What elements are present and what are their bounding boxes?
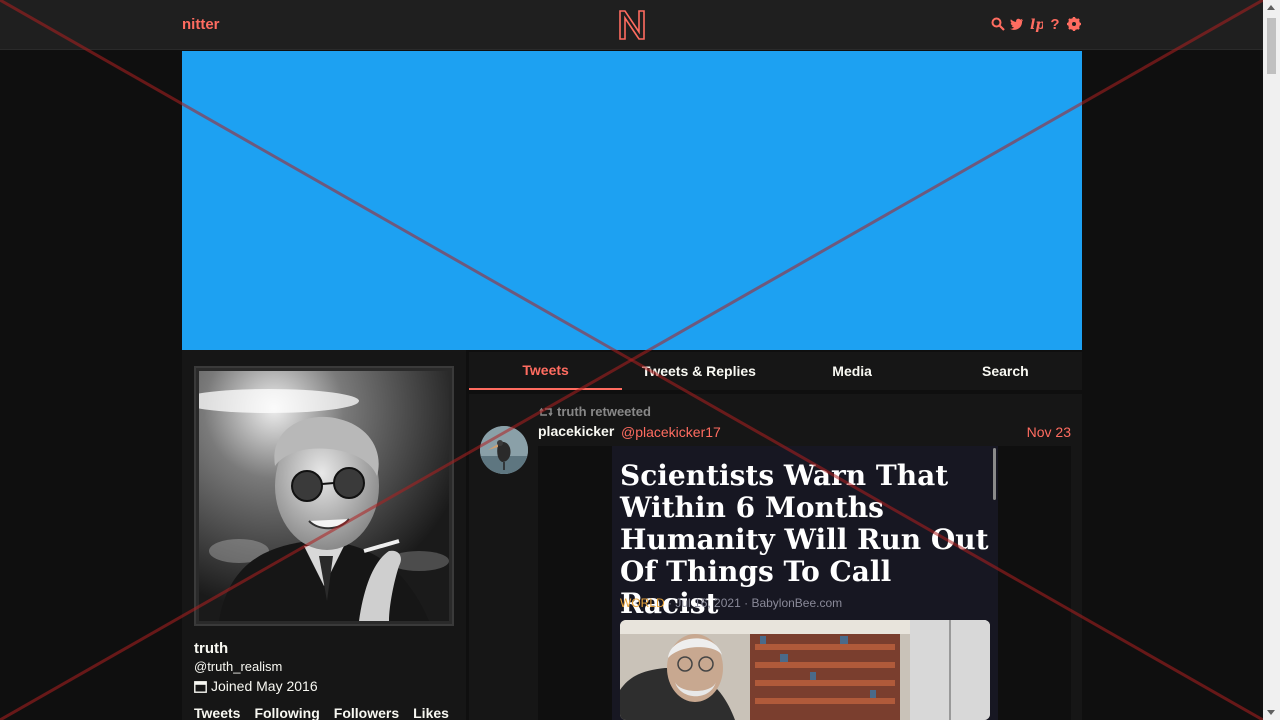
stat-tweets[interactable]: Tweets xyxy=(194,705,240,720)
article-image xyxy=(620,620,990,720)
tab-tweets[interactable]: Tweets xyxy=(469,352,623,390)
nav-icons: lp ? xyxy=(991,16,1081,33)
tweet-date[interactable]: Nov 23 xyxy=(1027,424,1071,440)
calendar-icon xyxy=(194,680,207,693)
profile-stats: Tweets Following Followers Likes xyxy=(194,705,449,720)
article-meta: WORLD · Jul 16, 2021 · BabylonBee.com xyxy=(620,596,842,610)
profile-handle[interactable]: @truth_realism xyxy=(194,659,282,674)
tab-media[interactable]: Media xyxy=(776,352,929,390)
timeline: truth retweeted placekicker @placekicker… xyxy=(469,394,1082,720)
stat-followers[interactable]: Followers xyxy=(334,705,399,720)
timeline-tabs: Tweets Tweets & Replies Media Search xyxy=(469,352,1082,390)
tab-tweets-replies[interactable]: Tweets & Replies xyxy=(622,352,775,390)
scroll-up-arrow-icon[interactable] xyxy=(1267,5,1275,10)
profile-name[interactable]: truth xyxy=(194,640,228,657)
help-icon[interactable]: ? xyxy=(1048,16,1062,33)
profile-joined: Joined May 2016 xyxy=(194,678,318,694)
svg-text:lp: lp xyxy=(1030,17,1043,32)
article-scrollbar xyxy=(993,448,996,500)
tweet-media[interactable]: Scientists Warn That Within 6 Months Hum… xyxy=(538,446,1071,720)
article-source: BabylonBee.com xyxy=(751,596,843,610)
tweet-author-handle[interactable]: @placekicker17 xyxy=(621,424,721,440)
profile-card: truth @truth_realism Joined May 2016 Twe… xyxy=(179,350,466,720)
rss-icon[interactable]: lp xyxy=(1029,16,1043,32)
profile-banner[interactable] xyxy=(182,51,1082,350)
stat-following[interactable]: Following xyxy=(254,705,319,720)
nitter-home-link[interactable]: nitter xyxy=(182,16,220,33)
tab-search[interactable]: Search xyxy=(929,352,1082,390)
page-scrollbar[interactable] xyxy=(1263,0,1280,720)
nitter-logo-icon[interactable] xyxy=(617,8,647,42)
stat-likes[interactable]: Likes xyxy=(413,705,449,720)
twitter-bird-icon[interactable] xyxy=(1010,16,1024,32)
tweet-avatar[interactable] xyxy=(480,426,528,474)
retweet-header: truth retweeted xyxy=(539,404,651,419)
retweeted-by[interactable]: truth retweeted xyxy=(557,404,651,419)
article-category: WORLD xyxy=(620,596,665,610)
scroll-down-arrow-icon[interactable] xyxy=(1267,710,1275,715)
retweet-icon xyxy=(539,407,553,416)
navbar: nitter lp ? xyxy=(0,0,1263,50)
tweet-author-name[interactable]: placekicker xyxy=(538,423,614,439)
gear-icon[interactable] xyxy=(1067,16,1081,32)
profile-photo xyxy=(179,371,449,621)
article-date: Jul 16, 2021 xyxy=(675,596,741,610)
article-screenshot: Scientists Warn That Within 6 Months Hum… xyxy=(612,446,998,720)
profile-avatar[interactable] xyxy=(179,366,454,626)
joined-date: Joined May 2016 xyxy=(211,678,318,694)
scrollbar-thumb[interactable] xyxy=(1267,18,1276,74)
search-icon[interactable] xyxy=(991,16,1005,32)
